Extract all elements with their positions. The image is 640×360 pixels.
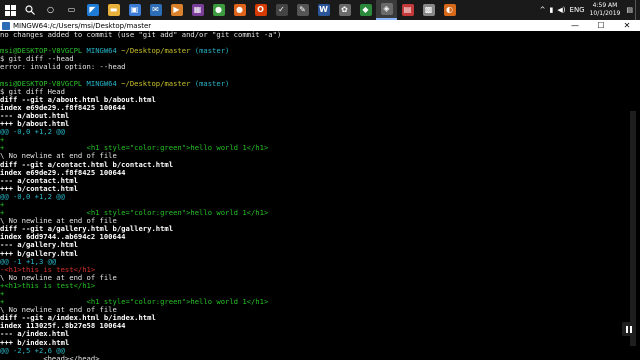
taskbar-app-app-icon-5[interactable]: ◐ [439,0,460,20]
taskbar-app-task-view[interactable]: ▭ [61,0,82,20]
terminal-line: no changes added to commit (use "git add… [0,31,626,39]
taskbar-app-paint[interactable]: ✿ [334,0,355,20]
terminal-text: +<h1>this is test</h1> [0,280,96,290]
clock[interactable]: 4:59 AM 10/1/2019 [590,2,621,18]
tray-chevron-icon[interactable]: ^ [540,6,546,14]
terminal-line: index e69de29..f8f8425 100644 [0,103,626,112]
window-titlebar[interactable]: MINGW64:/c/Users/msi/Desktop/master — ☐ … [0,20,640,31]
minimize-button[interactable]: — [562,20,588,31]
terminal-line: error: invalid option: --head [0,63,626,71]
terminal-output[interactable]: no changes added to commit (use "git add… [0,31,626,360]
scrollbar[interactable] [628,31,640,360]
terminal-text: @@ -0,0 +1,2 @@ [0,127,65,137]
app-icon-5: ◐ [443,4,456,16]
taskbar-app-vscode[interactable]: ◤ [82,0,103,20]
terminal-line: msi@DESKTOP-V8VGCPL MINGW64 ~/Desktop/ma… [0,78,626,88]
terminal-text: (master) [190,46,230,56]
terminal-line: index e69de29..f8f8425 100644 [0,168,626,177]
office-icon: O [254,4,267,16]
terminal-line: index 6dd9744..ab694c2 100644 [0,233,626,241]
terminal-line: @@ -0,0 +1,2 @@ [0,191,626,201]
terminal-line: --- a/about.html [0,111,626,120]
mail-icon: ✉ [149,4,162,16]
paint-icon: ✿ [338,4,351,16]
terminal-text: no changes added to commit (use "git add… [0,31,282,39]
maximize-button[interactable]: ☐ [588,20,614,31]
taskbar-app-chrome[interactable]: ● [208,0,229,20]
file-explorer-icon: ▬ [107,4,120,16]
taskbar: ○ ▭ ◤ ▬ ▣ ✉ ▶ ▦ ● ● O ✓ ✎ W ✿ ◆ ◈ ▤ ▩ ◐ ^ ▮ ◀) ENG 4:59 AM … [0,0,640,20]
media-player-icon: ▶ [170,4,183,16]
terminal-line: +++ b/about.html [0,119,626,128]
terminal-line: index 113025f..8b27e58 100644 [0,322,626,330]
terminal-line: --- a/gallery.html [0,241,626,249]
taskbar-app-app-icon-4[interactable]: ▩ [418,0,439,20]
clock-time: 4:59 AM [592,2,618,9]
terminal-line: <head></head> [0,353,626,360]
terminal-text: @@ -0,0 +1,2 @@ [0,191,65,201]
terminal-text: ~/Desktop/master [116,78,191,88]
terminal-text: <head></head> [0,353,100,360]
taskbar-app-office[interactable]: O [250,0,271,20]
clock-date: 10/1/2019 [589,10,621,17]
taskbar-app-winrar[interactable]: ▦ [187,0,208,20]
language-indicator[interactable]: ENG [570,6,585,14]
chrome-icon: ● [212,4,225,16]
taskbar-app-firefox[interactable]: ● [229,0,250,20]
system-tray: ^ ▮ ◀) ENG 4:59 AM 10/1/2019 ▤ [538,0,640,20]
app-icon-4: ▩ [422,4,435,16]
task-view-icon: ▭ [65,4,78,16]
cortana-icon: ○ [44,4,57,16]
taskbar-app-file-explorer[interactable]: ▬ [103,0,124,20]
windows-logo-icon[interactable] [0,0,20,20]
vscode-icon: ◤ [86,4,99,16]
scrollbar-thumb[interactable] [630,111,636,346]
store-icon: ▣ [128,4,141,16]
firefox-icon: ● [233,4,246,16]
terminal-line: msi@DESKTOP-V8VGCPL MINGW64 ~/Desktop/ma… [0,47,626,55]
taskbar-app-app-icon-2[interactable]: ✎ [292,0,313,20]
show-desktop-button[interactable] [635,0,640,20]
pause-icon[interactable] [622,322,635,336]
app-icon-3: ▤ [401,4,414,16]
winrar-icon: ▦ [191,4,204,16]
search-icon[interactable] [20,0,40,20]
terminal-text: MINGW64 [82,78,117,88]
taskbar-app-word[interactable]: W [313,0,334,20]
terminal-line: --- a/index.html [0,330,626,338]
window-title: MINGW64:/c/Users/msi/Desktop/master [13,21,152,30]
taskbar-app-app[interactable]: ✓ [271,0,292,20]
terminal-line: +++ b/index.html [0,338,626,347]
taskbar-apps: ○ ▭ ◤ ▬ ▣ ✉ ▶ ▦ ● ● O ✓ ✎ W ✿ ◆ ◈ ▤ ▩ ◐ [40,0,460,20]
taskbar-app-photos[interactable]: ◆ [355,0,376,20]
app-icon: ✓ [275,4,288,16]
volume-icon[interactable]: ◀) [557,6,565,14]
taskbar-app-store[interactable]: ▣ [124,0,145,20]
close-button[interactable]: ✕ [614,20,640,31]
terminal-text: ~/Desktop/master [116,46,191,56]
taskbar-app-cortana[interactable]: ○ [40,0,61,20]
terminal-text: (master) [190,78,230,88]
terminal-text: MINGW64 [82,46,117,56]
terminal-line: +++ b/contact.html [0,184,626,193]
taskbar-app-mail[interactable]: ✉ [145,0,166,20]
network-icon[interactable]: ▮ [550,6,554,14]
taskbar-app-app-icon-3[interactable]: ▤ [397,0,418,20]
app-icon-2: ✎ [296,4,309,16]
terminal-line: --- a/contact.html [0,176,626,185]
git-bash-window: MINGW64:/c/Users/msi/Desktop/master — ☐ … [0,20,640,360]
terminal-line: +<h1>this is test</h1> [0,280,626,290]
photos-icon: ◆ [359,4,372,16]
terminal-line: @@ -0,0 +1,2 @@ [0,128,626,136]
terminal-text: error: invalid option: --head [0,62,126,72]
terminal-line: +++ b/gallery.html [0,249,626,258]
taskbar-app-git-bash[interactable]: ◈ [376,0,397,20]
word-icon: W [317,4,330,16]
notification-icon[interactable]: ▤ [626,6,633,14]
git-bash-icon: ◈ [380,3,393,15]
git-bash-icon [2,21,10,30]
taskbar-app-media-player[interactable]: ▶ [166,0,187,20]
